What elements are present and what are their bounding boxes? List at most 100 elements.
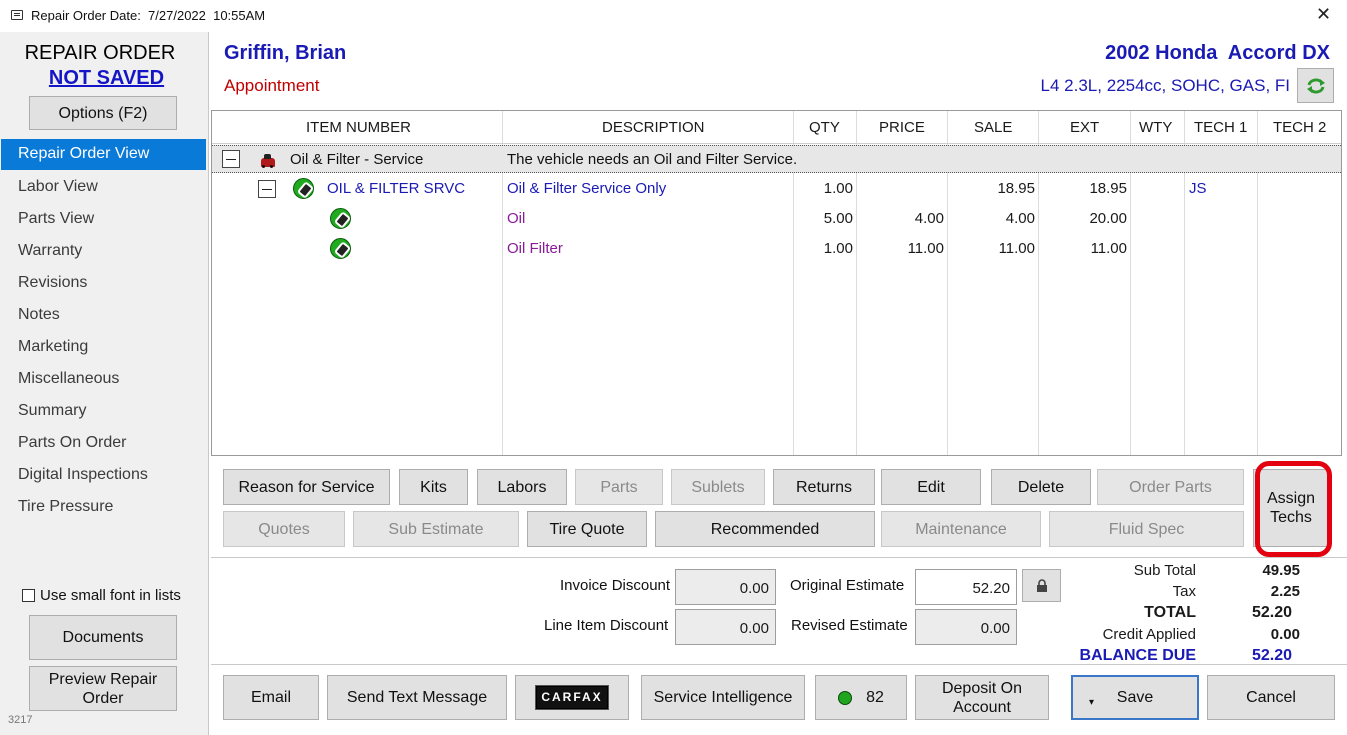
col-header-ext[interactable]: EXT: [1070, 119, 1099, 136]
item-sale: 4.00: [1005, 210, 1035, 227]
group-name: Oil & Filter - Service: [290, 151, 424, 168]
refresh-icon: [1306, 78, 1325, 93]
fluid-spec-button[interactable]: Fluid Spec: [1049, 511, 1244, 547]
deposit-line-2: Account: [953, 698, 1011, 716]
service-intelligence-button[interactable]: Service Intelligence: [641, 675, 805, 720]
collapse-icon[interactable]: [258, 180, 276, 198]
sidebar-item-parts-view[interactable]: Parts View: [18, 210, 94, 228]
sidebar-item-tire-pressure[interactable]: Tire Pressure: [18, 498, 113, 516]
line-item-discount-field[interactable]: 0.00: [675, 609, 776, 645]
save-button[interactable]: ▾ Save: [1071, 675, 1199, 720]
line-items-grid[interactable]: ITEM NUMBER DESCRIPTION QTY PRICE SALE E…: [211, 110, 1342, 456]
sidebar-item-digital-inspections[interactable]: Digital Inspections: [18, 466, 148, 484]
item-ext: 20.00: [1089, 210, 1127, 227]
col-header-tech-2[interactable]: TECH 2: [1273, 119, 1326, 136]
small-font-checkbox[interactable]: [22, 589, 35, 602]
send-text-message-button[interactable]: Send Text Message: [327, 675, 507, 720]
collapse-icon[interactable]: [222, 150, 240, 168]
refresh-vehicle-button[interactable]: [1297, 68, 1334, 103]
sub-total-label: Sub Total: [1133, 562, 1196, 579]
item-qty: 1.00: [823, 180, 853, 197]
dropdown-caret-icon[interactable]: ▾: [1089, 693, 1094, 712]
highlight-ring: [1255, 461, 1332, 557]
deposit-on-account-button[interactable]: Deposit On Account: [915, 675, 1049, 720]
item-description: Oil Filter: [507, 240, 563, 257]
edit-button[interactable]: Edit: [881, 469, 981, 505]
balance-due-label: BALANCE DUE: [1079, 647, 1196, 664]
status-count: 82: [866, 689, 884, 706]
sidebar-item-miscellaneous[interactable]: Miscellaneous: [18, 370, 119, 388]
part-icon: [330, 208, 351, 229]
cancel-button[interactable]: Cancel: [1207, 675, 1335, 720]
recommended-button[interactable]: Recommended: [655, 511, 875, 547]
carfax-button[interactable]: CARFAX: [515, 675, 629, 720]
revised-estimate-field[interactable]: 0.00: [915, 609, 1017, 645]
carfax-logo: CARFAX: [535, 685, 609, 710]
tire-quote-button[interactable]: Tire Quote: [527, 511, 647, 547]
window-title: Repair Order Date: 7/27/2022 10:55AM: [31, 8, 266, 23]
delete-button[interactable]: Delete: [991, 469, 1091, 505]
item-number: OIL & FILTER SRVC: [327, 180, 466, 197]
col-header-sale[interactable]: SALE: [974, 119, 1012, 136]
sidebar-item-warranty[interactable]: Warranty: [18, 242, 82, 260]
labor-wrench-icon: [293, 178, 314, 199]
item-price: 11.00: [907, 240, 944, 257]
customer-name[interactable]: Griffin, Brian: [224, 42, 346, 65]
print-estimate-button[interactable]: [1022, 569, 1061, 602]
appointment-label: Appointment: [224, 76, 320, 95]
col-header-price[interactable]: PRICE: [879, 119, 925, 136]
build-number: 3217: [8, 714, 33, 726]
labors-button[interactable]: Labors: [477, 469, 567, 505]
revised-estimate-label: Revised Estimate: [791, 617, 908, 634]
returns-button[interactable]: Returns: [773, 469, 875, 505]
part-icon: [330, 238, 351, 259]
parts-button[interactable]: Parts: [575, 469, 663, 505]
sidebar-item-labor-view[interactable]: Labor View: [18, 178, 98, 196]
sidebar-item-notes[interactable]: Notes: [18, 306, 60, 324]
kits-button[interactable]: Kits: [399, 469, 468, 505]
sub-estimate-button[interactable]: Sub Estimate: [353, 511, 519, 547]
sidebar-item-marketing[interactable]: Marketing: [18, 338, 88, 356]
sublets-button[interactable]: Sublets: [671, 469, 765, 505]
invoice-discount-field[interactable]: 0.00: [675, 569, 776, 605]
original-estimate-field[interactable]: 52.20: [915, 569, 1017, 605]
credit-applied-value: 0.00: [1270, 626, 1300, 643]
preview-repair-order-button[interactable]: Preview Repair Order: [29, 666, 177, 711]
col-header-description[interactable]: DESCRIPTION: [602, 119, 705, 136]
col-header-qty[interactable]: QTY: [809, 119, 840, 136]
col-header-item-number[interactable]: ITEM NUMBER: [306, 119, 411, 136]
documents-button[interactable]: Documents: [29, 615, 177, 660]
balance-due-value: 52.20: [1251, 647, 1292, 664]
maintenance-button[interactable]: Maintenance: [881, 511, 1041, 547]
save-label: Save: [1116, 689, 1154, 706]
group-description: The vehicle needs an Oil and Filter Serv…: [507, 151, 798, 168]
lock-icon: [1036, 578, 1047, 592]
credit-applied-label: Credit Applied: [1102, 626, 1196, 643]
title-bar: Repair Order Date: 7/27/2022 10:55AM ✕: [0, 0, 1347, 32]
item-price: 4.00: [914, 210, 944, 227]
sidebar-item-label: Repair Order View: [18, 145, 150, 162]
order-parts-button[interactable]: Order Parts: [1097, 469, 1244, 505]
sidebar-item-repair-order-view[interactable]: Repair Order View: [1, 139, 206, 170]
item-qty: 5.00: [823, 210, 853, 227]
close-icon[interactable]: ✕: [1316, 4, 1331, 25]
sidebar-item-revisions[interactable]: Revisions: [18, 274, 87, 292]
vehicle-name[interactable]: 2002 Honda Accord DX: [1105, 42, 1330, 65]
item-ext: 11.00: [1090, 240, 1127, 257]
sidebar-item-parts-on-order[interactable]: Parts On Order: [18, 434, 126, 452]
quotes-button[interactable]: Quotes: [223, 511, 345, 547]
service-group-row[interactable]: Oil & Filter - Service The vehicle needs…: [212, 145, 1341, 173]
col-header-tech-1[interactable]: TECH 1: [1194, 119, 1247, 136]
item-description: Oil & Filter Service Only: [507, 180, 667, 197]
sidebar: REPAIR ORDER NOT SAVED Options (F2) Repa…: [0, 32, 209, 735]
engine-info: L4 2.3L, 2254cc, SOHC, GAS, FI: [1040, 76, 1290, 95]
options-button[interactable]: Options (F2): [29, 96, 177, 130]
status-count-button[interactable]: 82: [815, 675, 907, 720]
original-estimate-label: Original Estimate: [790, 577, 905, 594]
tax-label: Tax: [1172, 583, 1196, 600]
reason-for-service-button[interactable]: Reason for Service: [223, 469, 390, 505]
email-button[interactable]: Email: [223, 675, 319, 720]
save-status: NOT SAVED: [48, 67, 165, 89]
sidebar-item-summary[interactable]: Summary: [18, 402, 86, 420]
col-header-wty[interactable]: WTY: [1139, 119, 1172, 136]
